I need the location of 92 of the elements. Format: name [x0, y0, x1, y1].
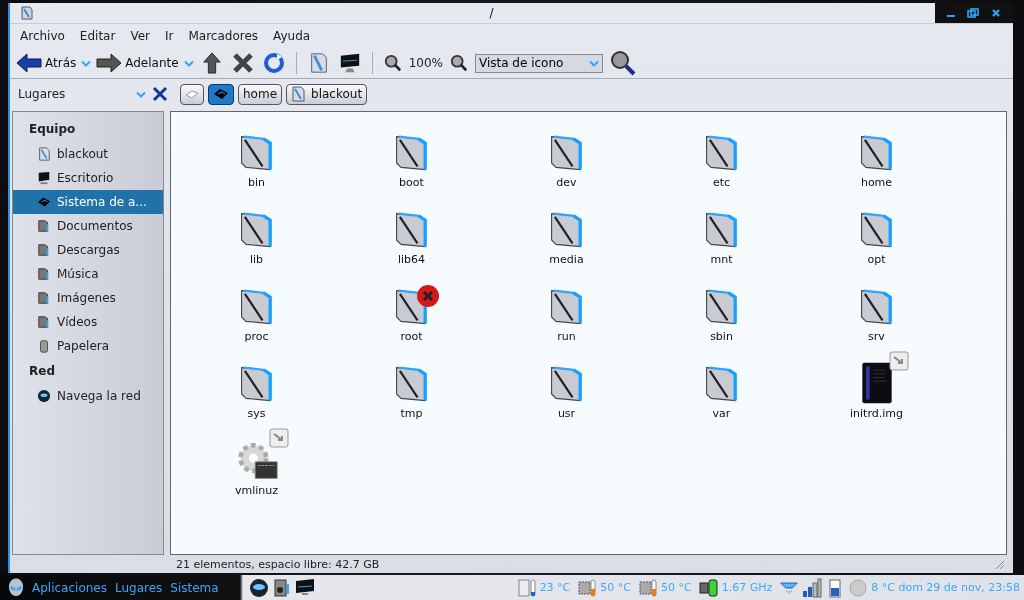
- menu-item[interactable]: Marcadores: [188, 29, 259, 43]
- status-text: 21 elementos, espacio libre: 42.7 GB: [176, 557, 380, 571]
- file-item[interactable]: bin: [179, 120, 334, 197]
- chip-icon: [698, 577, 719, 598]
- file-item[interactable]: opt: [799, 197, 954, 274]
- monitor-icon[interactable]: [295, 577, 315, 598]
- location-toggle-button[interactable]: [180, 83, 204, 105]
- back-button[interactable]: Atrás: [16, 53, 77, 73]
- sensor-reading: 50 °C: [661, 581, 692, 594]
- zoom-in-icon[interactable]: [449, 54, 468, 72]
- resize-grip-icon[interactable]: [993, 558, 1005, 570]
- stop-icon[interactable]: [231, 52, 254, 74]
- panel-menu[interactable]: Aplicaciones: [32, 580, 107, 595]
- panel-menu[interactable]: Sistema: [170, 580, 219, 595]
- sidebar-item[interactable]: Vídeos: [13, 310, 163, 334]
- forward-arrow-icon: [96, 53, 123, 73]
- path-button[interactable]: [208, 83, 234, 105]
- sidebar-section-title: Equipo: [28, 121, 77, 138]
- sidebar-item[interactable]: Música: [13, 262, 163, 286]
- side-pane-selector[interactable]: Lugares: [18, 87, 130, 101]
- sidebar-item[interactable]: Documentos: [13, 214, 163, 238]
- file-item[interactable]: root: [334, 274, 489, 351]
- moon-icon: [848, 577, 869, 598]
- file-item[interactable]: mnt: [644, 197, 799, 274]
- folder-icon: [37, 219, 51, 233]
- no-access-badge-icon: [415, 284, 440, 308]
- monitor-icon: [37, 171, 51, 185]
- sidebar-section-title: Red: [28, 363, 56, 380]
- file-item[interactable]: lib: [179, 197, 334, 274]
- folder-icon: [37, 315, 51, 329]
- file-item[interactable]: proc: [179, 274, 334, 351]
- forward-button[interactable]: Adelante: [96, 53, 179, 73]
- file-item[interactable]: var: [644, 351, 799, 428]
- sidebar-item[interactable]: Papelera: [13, 334, 163, 358]
- search-icon[interactable]: [609, 50, 636, 76]
- file-item[interactable]: home: [799, 120, 954, 197]
- file-item[interactable]: srv: [799, 274, 954, 351]
- sensor-reading: 23 °C: [539, 581, 571, 594]
- panel-menu[interactable]: Lugares: [114, 580, 163, 595]
- zoom-level: 100%: [408, 56, 443, 70]
- file-item[interactable]: dev: [489, 120, 644, 197]
- path-button[interactable]: blackout: [286, 83, 368, 105]
- chip-icon: [638, 577, 658, 598]
- up-arrow-icon[interactable]: [200, 52, 223, 74]
- sidebar-item[interactable]: Sistema de a...: [13, 190, 163, 214]
- reload-icon[interactable]: [262, 52, 285, 74]
- file-item[interactable]: run: [489, 274, 644, 351]
- file-item[interactable]: boot: [334, 120, 489, 197]
- folder-icon: [37, 243, 51, 257]
- file-item[interactable]: tmp: [334, 351, 489, 428]
- thermometer-icon: [516, 577, 537, 598]
- folder-icon: [37, 267, 51, 281]
- menu-item[interactable]: Ayuda: [273, 29, 311, 43]
- sidebar-item[interactable]: Navega la red: [13, 384, 163, 408]
- folder-icon: [37, 291, 51, 305]
- file-item[interactable]: etc: [644, 120, 799, 197]
- link-arrow-badge-icon: [888, 351, 909, 371]
- sidebar-item[interactable]: blackout: [13, 142, 163, 166]
- file-item[interactable]: sys: [179, 351, 334, 428]
- sensor-reading: 1.67 GHz: [721, 581, 773, 594]
- globe-icon: [37, 389, 51, 403]
- file-item[interactable]: initrd.img: [799, 351, 954, 428]
- sidebar-item[interactable]: Descargas: [13, 238, 163, 262]
- menu-item[interactable]: Ver: [130, 29, 150, 43]
- chip-icon: [577, 577, 598, 598]
- file-item[interactable]: media: [489, 197, 644, 274]
- close-icon[interactable]: [152, 86, 168, 102]
- file-item[interactable]: vmlinuz: [179, 428, 334, 505]
- minimize-icon: [947, 15, 955, 17]
- close-icon: [991, 8, 1001, 18]
- menu-item[interactable]: Archivo: [20, 29, 65, 43]
- file-item[interactable]: usr: [489, 351, 644, 428]
- file-item[interactable]: sbin: [644, 274, 799, 351]
- globe-icon[interactable]: [249, 577, 269, 598]
- alien-head-icon[interactable]: [8, 577, 24, 598]
- speaker-icon[interactable]: [272, 577, 292, 598]
- file-item[interactable]: lib64: [334, 197, 489, 274]
- zoom-out-icon[interactable]: [383, 54, 402, 72]
- back-arrow-icon: [16, 53, 42, 73]
- restore-icon: [967, 8, 979, 18]
- signal-bars-icon[interactable]: [802, 577, 823, 598]
- sidebar-item[interactable]: Escritorio: [13, 166, 163, 190]
- sensor-reading: 50 °C: [600, 581, 631, 594]
- view-mode-dropdown[interactable]: Vista de icono: [474, 53, 603, 73]
- trash-icon: [37, 339, 51, 353]
- menu-item[interactable]: Editar: [79, 29, 116, 43]
- window-title: /: [488, 6, 495, 20]
- menu-item[interactable]: Ir: [165, 29, 174, 43]
- path-button[interactable]: home: [238, 83, 283, 105]
- link-arrow-badge-icon: [268, 428, 289, 448]
- monitor-icon[interactable]: [338, 52, 361, 74]
- sidebar-item[interactable]: Imágenes: [13, 286, 163, 310]
